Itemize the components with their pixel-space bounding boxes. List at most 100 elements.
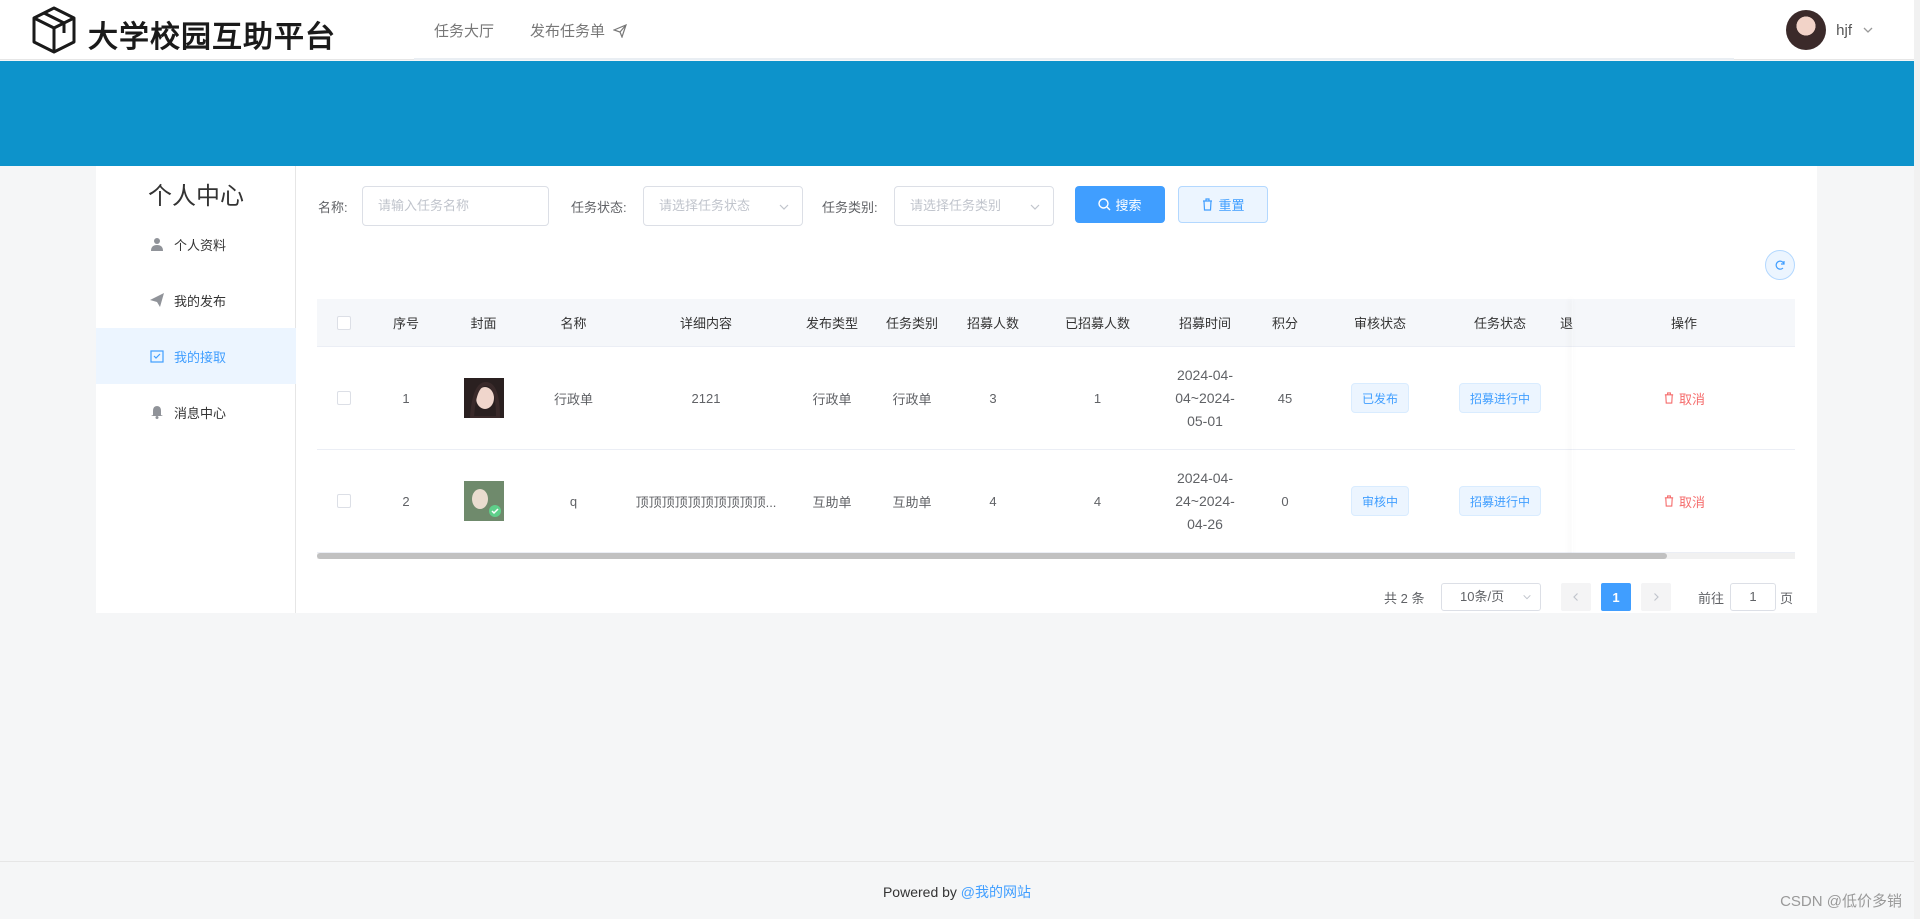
chevron-left-icon bbox=[1573, 593, 1578, 601]
task-category-select[interactable]: 请选择任务类别 bbox=[894, 186, 1054, 226]
col-header[interactable]: 任务类别 bbox=[873, 299, 951, 346]
category-label: 任务类别: bbox=[822, 200, 878, 215]
sidebar-item-my-accepted[interactable]: 我的接取 bbox=[96, 328, 296, 384]
row-time: 2024-04-24~2024-04-26 bbox=[1175, 469, 1235, 532]
search-button-label: 搜索 bbox=[1115, 198, 1142, 213]
brand-title[interactable]: 大学校园互助平台 bbox=[88, 12, 336, 56]
page-size-value: 10条/页 bbox=[1460, 589, 1505, 604]
page-size-select[interactable]: 10条/页 bbox=[1441, 583, 1541, 611]
task-status-tag: 招募进行中 bbox=[1458, 486, 1541, 516]
row-name: 行政单 bbox=[553, 391, 593, 407]
col-header[interactable]: 审核状态 bbox=[1320, 299, 1440, 346]
cover-image[interactable] bbox=[463, 481, 504, 521]
checkbox-icon bbox=[150, 350, 164, 363]
col-header[interactable]: 积分 bbox=[1250, 299, 1320, 346]
reset-button[interactable]: 重置 bbox=[1178, 186, 1268, 223]
sidebar-item-messages[interactable]: 消息中心 bbox=[96, 384, 296, 440]
next-page-button[interactable] bbox=[1641, 583, 1671, 611]
scrollbar-thumb[interactable] bbox=[317, 553, 1667, 559]
top-navbar: 大学校园互助平台 任务大厅 发布任务单 hjf bbox=[0, 0, 1914, 60]
row-index: 1 bbox=[402, 390, 410, 406]
footer-powered: Powered by bbox=[882, 884, 957, 900]
avatar[interactable] bbox=[1786, 10, 1827, 50]
page-scrollbar[interactable] bbox=[1914, 0, 1920, 919]
task-name-input[interactable]: 请输入任务名称 bbox=[362, 186, 549, 226]
row-publish-type: 行政单 bbox=[812, 391, 852, 407]
table-row[interactable]: 2 q 顶顶顶顶顶顶顶顶顶顶... 互助单 互助单 4 4 2024-04-24… bbox=[317, 450, 1795, 553]
chevron-right-icon bbox=[1654, 593, 1659, 601]
goto-page-input[interactable]: 1 bbox=[1730, 583, 1776, 611]
username[interactable]: hjf bbox=[1836, 22, 1852, 39]
row-points: 45 bbox=[1277, 390, 1293, 406]
search-button[interactable]: 搜索 bbox=[1075, 186, 1165, 223]
sidebar-item-my-published[interactable]: 我的发布 bbox=[96, 272, 296, 328]
page-number-current[interactable]: 1 bbox=[1601, 583, 1631, 611]
cube-logo-icon[interactable] bbox=[30, 5, 78, 55]
page-suffix: 页 bbox=[1780, 590, 1794, 606]
col-header[interactable]: 封面 bbox=[441, 299, 526, 346]
user-menu[interactable]: hjf bbox=[1786, 10, 1874, 50]
row-time: 2024-04-04~2024-05-01 bbox=[1175, 366, 1235, 429]
table-row[interactable]: 1 行政单 2121 行政单 行政单 3 1 2024-04-04~2024-0… bbox=[317, 347, 1795, 450]
table-header: 序号 封面 名称 详细内容 发布类型 任务类别 招募人数 已招募人数 招募时间 … bbox=[317, 299, 1795, 347]
col-header[interactable]: 招募时间 bbox=[1160, 299, 1250, 346]
row-checkbox[interactable] bbox=[337, 494, 351, 508]
goto-label: 前往 bbox=[1698, 590, 1725, 606]
footer-site-link[interactable]: @我的网站 bbox=[961, 884, 1031, 900]
row-recruit: 4 bbox=[989, 493, 997, 509]
row-recruited: 1 bbox=[1093, 390, 1102, 406]
col-header[interactable]: 已招募人数 bbox=[1035, 299, 1160, 346]
nav-divider bbox=[414, 58, 1734, 60]
sidebar-item-label: 我的发布 bbox=[174, 293, 227, 309]
col-header[interactable]: 招募人数 bbox=[951, 299, 1035, 346]
name-label: 名称: bbox=[318, 200, 348, 215]
row-recruited: 4 bbox=[1093, 493, 1102, 509]
sidebar-item-label: 消息中心 bbox=[174, 405, 227, 421]
sidebar-item-profile[interactable]: 个人资料 bbox=[96, 216, 296, 272]
col-header[interactable]: 发布类型 bbox=[791, 299, 873, 346]
sidebar: 个人中心 个人资料 我的发布 我的接取 消息中心 bbox=[96, 166, 296, 613]
chevron-down-icon bbox=[1030, 204, 1040, 210]
row-detail: 顶顶顶顶顶顶顶顶顶顶... bbox=[635, 494, 777, 510]
cancel-button[interactable]: 取消 bbox=[1663, 492, 1705, 511]
trash-icon bbox=[1664, 495, 1674, 507]
row-recruit: 3 bbox=[989, 390, 997, 406]
audit-status-tag: 已发布 bbox=[1350, 383, 1409, 413]
chevron-down-icon[interactable] bbox=[1862, 24, 1874, 36]
col-header[interactable]: 任务状态 bbox=[1440, 299, 1560, 346]
sidebar-item-label: 个人资料 bbox=[174, 237, 227, 253]
row-category: 行政单 bbox=[892, 391, 932, 407]
row-category: 互助单 bbox=[892, 494, 932, 510]
col-header[interactable]: 名称 bbox=[526, 299, 621, 346]
pagination-total: 共 2 条 bbox=[1384, 590, 1425, 606]
task-table: 序号 封面 名称 详细内容 发布类型 任务类别 招募人数 已招募人数 招募时间 … bbox=[317, 299, 1795, 561]
col-header[interactable]: 操作 bbox=[1573, 299, 1795, 346]
task-status-placeholder: 请选择任务状态 bbox=[659, 198, 751, 213]
row-publish-type: 互助单 bbox=[812, 494, 852, 510]
row-points: 0 bbox=[1281, 493, 1289, 509]
watermark: CSDN @低价多销 bbox=[1780, 893, 1902, 910]
col-header[interactable]: 详细内容 bbox=[621, 299, 791, 346]
task-category-placeholder: 请选择任务类别 bbox=[910, 198, 1002, 213]
chevron-down-icon bbox=[779, 204, 789, 210]
reset-button-label: 重置 bbox=[1218, 198, 1245, 213]
cancel-button[interactable]: 取消 bbox=[1663, 389, 1705, 408]
fixed-column-shadow bbox=[1572, 299, 1573, 557]
table-horizontal-scrollbar[interactable] bbox=[317, 553, 1795, 559]
refresh-button[interactable] bbox=[1765, 250, 1795, 280]
task-status-select[interactable]: 请选择任务状态 bbox=[643, 186, 803, 226]
trash-icon bbox=[1664, 392, 1674, 404]
cancel-button-label: 取消 bbox=[1678, 391, 1705, 407]
row-checkbox[interactable] bbox=[337, 391, 351, 405]
banner bbox=[0, 61, 1914, 166]
sidebar-title: 个人中心 bbox=[148, 183, 244, 210]
nav-publish-task[interactable]: 发布任务单 bbox=[530, 20, 628, 41]
select-all-checkbox[interactable] bbox=[337, 315, 351, 330]
cover-image[interactable] bbox=[463, 378, 504, 418]
col-header[interactable]: 序号 bbox=[371, 299, 441, 346]
task-status-tag: 招募进行中 bbox=[1458, 383, 1541, 413]
prev-page-button[interactable] bbox=[1561, 583, 1591, 611]
row-index: 2 bbox=[402, 493, 410, 509]
trash-icon bbox=[1203, 198, 1213, 211]
nav-task-hall[interactable]: 任务大厅 bbox=[434, 20, 494, 41]
